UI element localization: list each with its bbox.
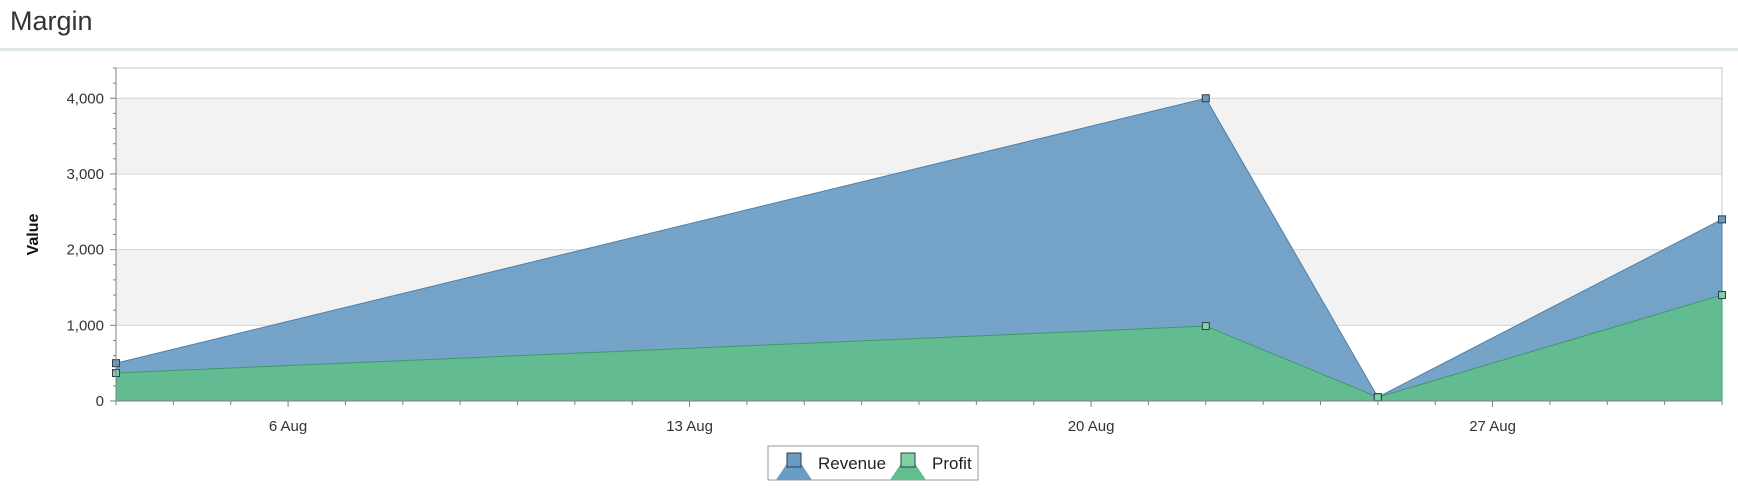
plot-band [116,98,1722,174]
y-axis-ticks: 0 1,000 2,000 3,000 4,000 [66,67,116,410]
point-profit [1718,291,1726,300]
margin-area-chart: 0 1,000 2,000 3,000 4,000 6 Aug 13 Aug 20 Aug 2… [25,67,1726,481]
y-tick-label: 0 [96,393,104,410]
point-profit [1201,322,1210,331]
point-revenue [1718,215,1726,224]
y-tick-label: 1,000 [66,317,104,334]
y-axis-title: Value [25,214,42,256]
legend-label: Revenue [818,454,886,473]
y-tick-label: 4,000 [66,90,104,107]
legend-marker [900,452,916,468]
legend: Revenue Profit [767,445,979,481]
page-title: Margin [10,6,93,36]
point-profit [1373,393,1382,402]
y-tick-label: 2,000 [66,242,104,259]
x-tick-label: 20 Aug [1068,418,1115,435]
point-revenue [1201,94,1210,103]
y-tick-label: 3,000 [66,166,104,183]
x-tick-label: 6 Aug [269,418,307,435]
x-tick-label: 13 Aug [666,418,713,435]
title-divider [0,48,1738,51]
x-tick-label: 27 Aug [1469,418,1516,435]
legend-label: Profit [932,454,972,473]
x-axis-ticks: 6 Aug 13 Aug 20 Aug 27 Aug [115,401,1723,435]
legend-marker [786,452,802,468]
